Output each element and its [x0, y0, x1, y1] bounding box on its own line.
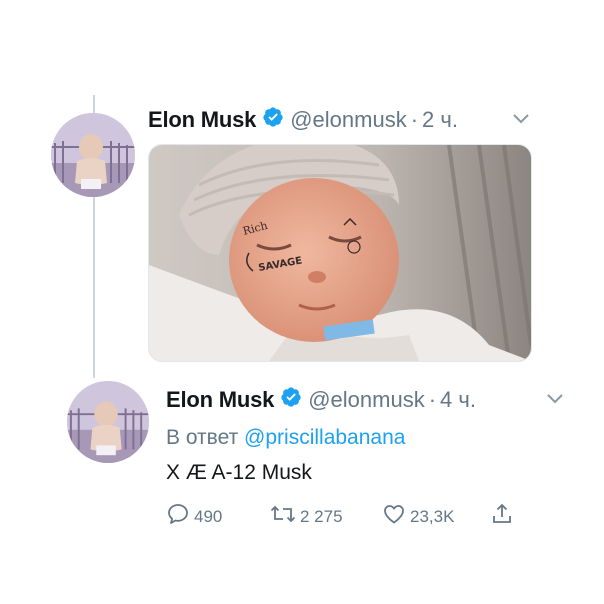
tweet-timestamp[interactable]: 2 ч. — [422, 107, 458, 133]
share-icon — [490, 502, 518, 531]
tweet-timestamp[interactable]: 4 ч. — [440, 387, 476, 413]
reply-prefix: В ответ — [166, 426, 239, 449]
thread-line-middle — [93, 188, 95, 378]
author-name[interactable]: Elon Musk — [166, 387, 274, 413]
reply-to-link[interactable]: @priscillabanana — [244, 426, 405, 449]
chevron-down-icon[interactable] — [512, 112, 530, 130]
like-count: 23,3K — [410, 506, 455, 526]
reply-context: В ответ @priscillabanana — [166, 426, 405, 450]
verified-badge-icon — [262, 106, 284, 133]
heart-icon — [382, 502, 410, 531]
avatar[interactable] — [51, 113, 135, 197]
share-button[interactable] — [490, 502, 518, 531]
tweet-text: X Æ A-12 Musk — [166, 461, 312, 484]
thread-line-top — [93, 95, 95, 115]
avatar[interactable] — [67, 381, 149, 463]
retweet-count: 2 275 — [300, 506, 343, 526]
separator-dot: · — [428, 386, 437, 412]
tweet-actions: 490 2 275 23,3K — [166, 502, 526, 530]
verified-badge-icon — [280, 386, 302, 413]
like-button[interactable]: 23,3K — [382, 502, 454, 531]
reply-button[interactable]: 490 — [166, 502, 222, 531]
tweet-header: Elon Musk @elonmusk · 4 ч. — [166, 386, 476, 413]
tweet-header: Elon Musk @elonmusk · 2 ч. — [148, 106, 458, 133]
separator-dot: · — [410, 106, 419, 132]
retweet-button[interactable]: 2 275 — [270, 502, 343, 531]
author-handle[interactable]: @elonmusk — [308, 387, 425, 413]
tweet-media-photo[interactable]: Rich SAVAGE — [148, 144, 532, 362]
author-handle[interactable]: @elonmusk — [290, 107, 407, 133]
reply-count: 490 — [194, 506, 223, 526]
chevron-down-icon[interactable] — [546, 392, 564, 410]
author-name[interactable]: Elon Musk — [148, 107, 256, 133]
retweet-icon — [270, 502, 300, 531]
reply-bubble-icon — [166, 502, 194, 531]
